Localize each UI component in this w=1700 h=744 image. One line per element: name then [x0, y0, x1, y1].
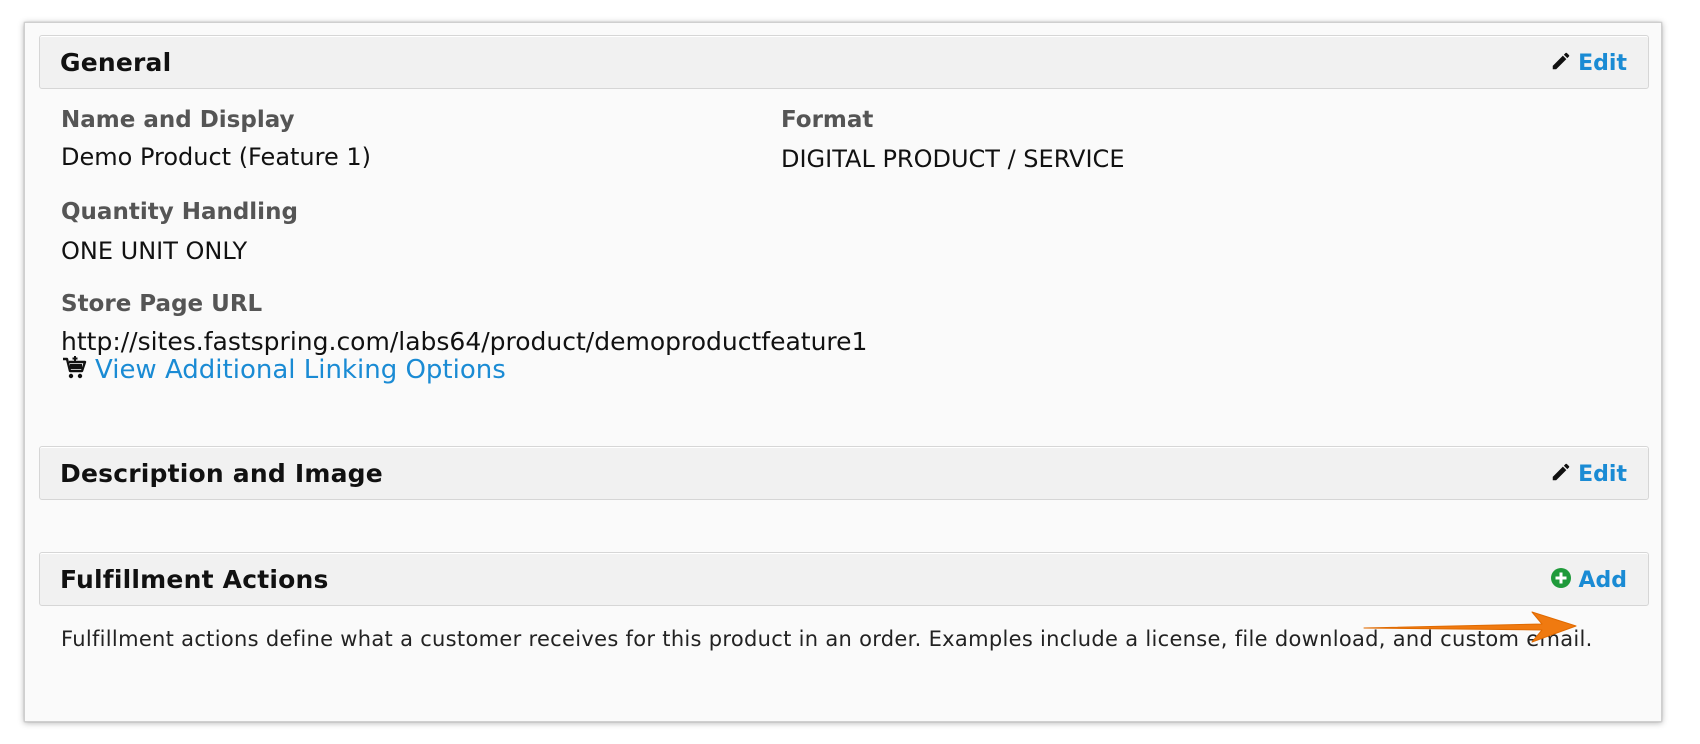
fulfillment-add-label: Add	[1578, 567, 1627, 593]
general-section-title: General	[60, 48, 172, 77]
shopping-cart-icon	[61, 355, 87, 385]
quantity-handling-label: Quantity Handling	[61, 199, 298, 225]
orange-arrow-icon	[1363, 611, 1577, 643]
view-linking-options-link[interactable]: View Additional Linking Options	[61, 355, 506, 385]
description-edit-label: Edit	[1578, 461, 1627, 487]
quantity-handling-value: ONE UNIT ONLY	[61, 237, 248, 265]
format-label: Format	[781, 107, 874, 133]
description-section-header: Description and Image Edit	[39, 446, 1649, 500]
store-url-label: Store Page URL	[61, 291, 263, 317]
view-linking-options-label: View Additional Linking Options	[95, 355, 506, 385]
store-url-value: http://sites.fastspring.com/labs64/produ…	[61, 327, 868, 356]
fulfillment-section-title: Fulfillment Actions	[60, 565, 329, 594]
format-value: DIGITAL PRODUCT / SERVICE	[781, 145, 1125, 173]
description-edit-button[interactable]: Edit	[1550, 461, 1627, 487]
pencil-icon	[1550, 461, 1572, 487]
general-edit-label: Edit	[1578, 50, 1627, 76]
name-display-label: Name and Display	[61, 107, 295, 133]
general-edit-button[interactable]: Edit	[1550, 50, 1627, 76]
plus-circle-icon	[1550, 567, 1572, 593]
description-section-title: Description and Image	[60, 459, 383, 488]
fulfillment-add-button[interactable]: Add	[1550, 567, 1627, 593]
fulfillment-section-header: Fulfillment Actions Add	[39, 552, 1649, 606]
name-display-value: Demo Product (Feature 1)	[61, 143, 372, 171]
pencil-icon	[1550, 50, 1572, 76]
general-section-header: General Edit	[39, 35, 1649, 89]
